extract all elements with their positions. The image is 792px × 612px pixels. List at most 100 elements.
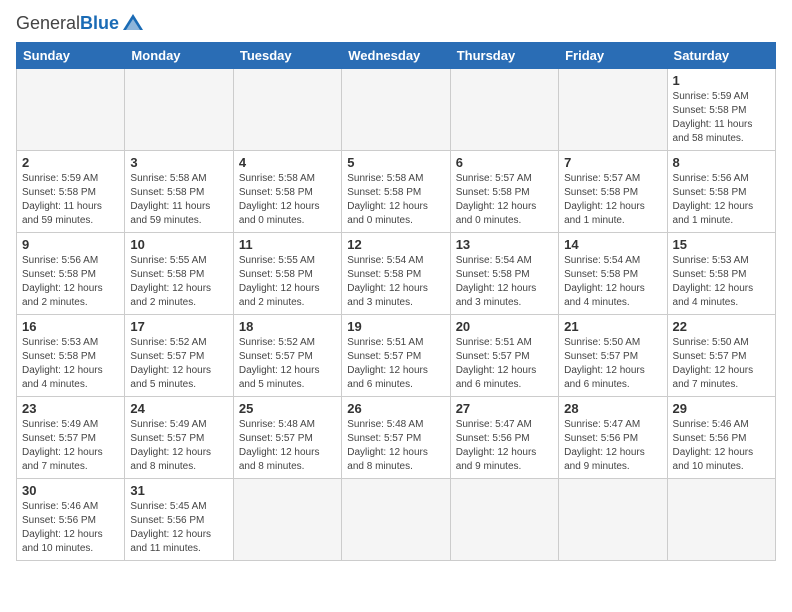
day-info: Sunrise: 5:46 AM Sunset: 5:56 PM Dayligh… [22, 500, 119, 556]
day-info: Sunrise: 5:58 AM Sunset: 5:58 PM Dayligh… [130, 172, 227, 228]
day-number: 22 [673, 319, 770, 334]
day-number: 8 [673, 155, 770, 170]
day-number: 24 [130, 401, 227, 416]
calendar-cell: 17 Sunrise: 5:52 AM Sunset: 5:57 PM Dayli… [125, 315, 233, 397]
calendar-cell: 25Sunrise: 5:48 AM Sunset: 5:57 PM Dayli… [233, 397, 341, 479]
calendar-cell [17, 69, 125, 151]
calendar-cell [233, 69, 341, 151]
calendar-cell [342, 479, 450, 561]
calendar-week-2: 9 Sunrise: 5:56 AM Sunset: 5:58 PM Daylig… [17, 233, 776, 315]
calendar-cell: 11 Sunrise: 5:55 AM Sunset: 5:58 PM Dayli… [233, 233, 341, 315]
day-info: Sunrise: 5:54 AM Sunset: 5:58 PM Dayligh… [456, 254, 553, 310]
calendar-cell [667, 479, 775, 561]
day-info: Sunrise: 5:58 AM Sunset: 5:58 PM Dayligh… [347, 172, 444, 228]
day-number: 18 [239, 319, 336, 334]
day-number: 29 [673, 401, 770, 416]
col-saturday: Saturday [667, 43, 775, 69]
day-info: Sunrise: 5:47 AM Sunset: 5:56 PM Dayligh… [564, 418, 661, 474]
day-info: Sunrise: 5:45 AM Sunset: 5:56 PM Dayligh… [130, 500, 227, 556]
day-number: 5 [347, 155, 444, 170]
calendar-cell: 5 Sunrise: 5:58 AM Sunset: 5:58 PM Daylig… [342, 151, 450, 233]
day-info: Sunrise: 5:53 AM Sunset: 5:58 PM Dayligh… [673, 254, 770, 310]
calendar-cell: 12 Sunrise: 5:54 AM Sunset: 5:58 PM Dayli… [342, 233, 450, 315]
calendar: Sunday Monday Tuesday Wednesday Thursday… [16, 42, 776, 561]
calendar-cell: 27Sunrise: 5:47 AM Sunset: 5:56 PM Dayli… [450, 397, 558, 479]
day-number: 17 [130, 319, 227, 334]
day-number: 21 [564, 319, 661, 334]
calendar-week-1: 2Sunrise: 5:59 AM Sunset: 5:58 PM Daylig… [17, 151, 776, 233]
calendar-cell: 15Sunrise: 5:53 AM Sunset: 5:58 PM Dayli… [667, 233, 775, 315]
calendar-cell [125, 69, 233, 151]
day-number: 25 [239, 401, 336, 416]
day-info: Sunrise: 5:50 AM Sunset: 5:57 PM Dayligh… [564, 336, 661, 392]
calendar-cell: 16Sunrise: 5:53 AM Sunset: 5:58 PM Dayli… [17, 315, 125, 397]
calendar-cell: 4 Sunrise: 5:58 AM Sunset: 5:58 PM Daylig… [233, 151, 341, 233]
col-friday: Friday [559, 43, 667, 69]
calendar-cell [559, 69, 667, 151]
day-number: 31 [130, 483, 227, 498]
calendar-cell: 10 Sunrise: 5:55 AM Sunset: 5:58 PM Dayli… [125, 233, 233, 315]
day-number: 12 [347, 237, 444, 252]
day-number: 2 [22, 155, 119, 170]
day-info: Sunrise: 5:59 AM Sunset: 5:58 PM Dayligh… [673, 90, 770, 146]
calendar-cell: 2Sunrise: 5:59 AM Sunset: 5:58 PM Daylig… [17, 151, 125, 233]
calendar-week-0: 1 Sunrise: 5:59 AM Sunset: 5:58 PM Daylig… [17, 69, 776, 151]
day-number: 20 [456, 319, 553, 334]
day-info: Sunrise: 5:57 AM Sunset: 5:58 PM Dayligh… [456, 172, 553, 228]
calendar-cell: 8Sunrise: 5:56 AM Sunset: 5:58 PM Daylig… [667, 151, 775, 233]
calendar-cell: 14 Sunrise: 5:54 AM Sunset: 5:58 PM Dayli… [559, 233, 667, 315]
day-info: Sunrise: 5:51 AM Sunset: 5:57 PM Dayligh… [456, 336, 553, 392]
day-number: 4 [239, 155, 336, 170]
calendar-cell: 22Sunrise: 5:50 AM Sunset: 5:57 PM Dayli… [667, 315, 775, 397]
calendar-cell [450, 479, 558, 561]
day-info: Sunrise: 5:51 AM Sunset: 5:57 PM Dayligh… [347, 336, 444, 392]
day-info: Sunrise: 5:57 AM Sunset: 5:58 PM Dayligh… [564, 172, 661, 228]
day-number: 1 [673, 73, 770, 88]
day-info: Sunrise: 5:55 AM Sunset: 5:58 PM Dayligh… [239, 254, 336, 310]
day-info: Sunrise: 5:58 AM Sunset: 5:58 PM Dayligh… [239, 172, 336, 228]
logo-blue: Blue [80, 13, 119, 33]
day-info: Sunrise: 5:54 AM Sunset: 5:58 PM Dayligh… [564, 254, 661, 310]
calendar-week-4: 23 Sunrise: 5:49 AM Sunset: 5:57 PM Dayli… [17, 397, 776, 479]
calendar-cell: 26Sunrise: 5:48 AM Sunset: 5:57 PM Dayli… [342, 397, 450, 479]
calendar-header-row: Sunday Monday Tuesday Wednesday Thursday… [17, 43, 776, 69]
day-number: 6 [456, 155, 553, 170]
day-info: Sunrise: 5:49 AM Sunset: 5:57 PM Dayligh… [130, 418, 227, 474]
calendar-cell: 13 Sunrise: 5:54 AM Sunset: 5:58 PM Dayli… [450, 233, 558, 315]
day-number: 13 [456, 237, 553, 252]
calendar-week-5: 30 Sunrise: 5:46 AM Sunset: 5:56 PM Dayli… [17, 479, 776, 561]
day-info: Sunrise: 5:52 AM Sunset: 5:57 PM Dayligh… [130, 336, 227, 392]
logo-area: GeneralBlue [16, 12, 144, 34]
calendar-cell [233, 479, 341, 561]
logo-general: General [16, 13, 80, 33]
day-info: Sunrise: 5:56 AM Sunset: 5:58 PM Dayligh… [22, 254, 119, 310]
col-tuesday: Tuesday [233, 43, 341, 69]
calendar-cell [342, 69, 450, 151]
calendar-cell: 18Sunrise: 5:52 AM Sunset: 5:57 PM Dayli… [233, 315, 341, 397]
day-number: 7 [564, 155, 661, 170]
calendar-cell: 20 Sunrise: 5:51 AM Sunset: 5:57 PM Dayli… [450, 315, 558, 397]
calendar-cell: 31 Sunrise: 5:45 AM Sunset: 5:56 PM Dayli… [125, 479, 233, 561]
header: GeneralBlue [16, 12, 776, 34]
day-number: 14 [564, 237, 661, 252]
day-number: 30 [22, 483, 119, 498]
calendar-cell: 28Sunrise: 5:47 AM Sunset: 5:56 PM Dayli… [559, 397, 667, 479]
day-number: 23 [22, 401, 119, 416]
day-info: Sunrise: 5:54 AM Sunset: 5:58 PM Dayligh… [347, 254, 444, 310]
day-number: 11 [239, 237, 336, 252]
col-monday: Monday [125, 43, 233, 69]
calendar-cell: 1 Sunrise: 5:59 AM Sunset: 5:58 PM Daylig… [667, 69, 775, 151]
day-number: 9 [22, 237, 119, 252]
day-info: Sunrise: 5:55 AM Sunset: 5:58 PM Dayligh… [130, 254, 227, 310]
calendar-cell [450, 69, 558, 151]
calendar-cell: 3 Sunrise: 5:58 AM Sunset: 5:58 PM Daylig… [125, 151, 233, 233]
calendar-cell: 19Sunrise: 5:51 AM Sunset: 5:57 PM Dayli… [342, 315, 450, 397]
day-info: Sunrise: 5:49 AM Sunset: 5:57 PM Dayligh… [22, 418, 119, 474]
day-number: 3 [130, 155, 227, 170]
calendar-cell: 29Sunrise: 5:46 AM Sunset: 5:56 PM Dayli… [667, 397, 775, 479]
day-info: Sunrise: 5:47 AM Sunset: 5:56 PM Dayligh… [456, 418, 553, 474]
day-number: 10 [130, 237, 227, 252]
logo-icon [122, 12, 144, 34]
calendar-cell [559, 479, 667, 561]
day-info: Sunrise: 5:48 AM Sunset: 5:57 PM Dayligh… [347, 418, 444, 474]
